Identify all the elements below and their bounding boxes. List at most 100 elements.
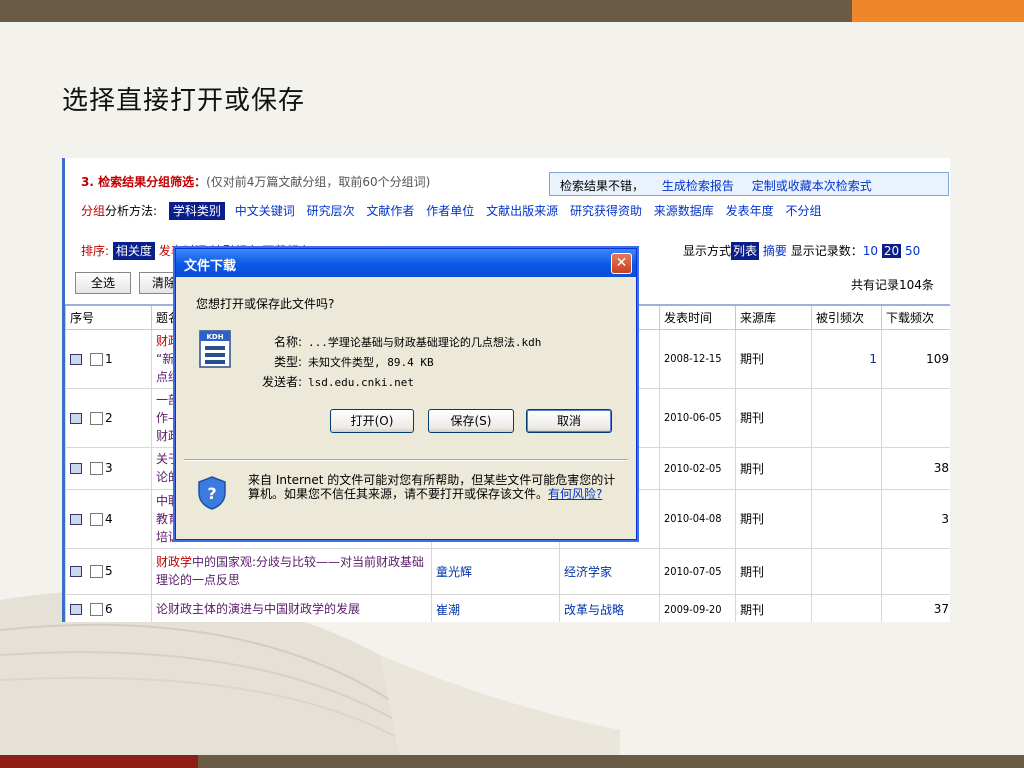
row-checkbox[interactable] [90, 411, 103, 425]
feedback-text: 检索结果不错， [560, 179, 645, 193]
sort-label: 排序: [81, 244, 110, 258]
row-index-cell: 6 [65, 593, 152, 622]
group-filter-note: (仅对前4万篇文献分组，取前60个分组词) [206, 175, 431, 189]
row-checkbox[interactable] [90, 352, 103, 366]
cancel-button[interactable]: 取消 [526, 409, 612, 433]
row-downloads [881, 387, 950, 448]
title-highlight: 财政学 [156, 555, 193, 569]
save-record-icon[interactable] [70, 566, 82, 577]
dialog-title: 文件下载 [184, 259, 237, 274]
grouping-label-red: 分组 [81, 204, 106, 218]
file-from-value: lsd.edu.cnki.net [308, 376, 414, 389]
file-name-row: 名称: ...学理论基础与财政基础理论的几点想法.kdh [246, 333, 541, 350]
save-button[interactable]: 保存(S) [428, 409, 514, 433]
save-record-icon[interactable] [70, 513, 82, 525]
row-source[interactable]: 经济学家 [559, 547, 660, 595]
row-checkbox[interactable] [90, 512, 103, 526]
grouping-selected[interactable]: 学科类别 [168, 202, 225, 220]
table-row: 6 论财政主体的演进与中国财政学的发展 崔潮 改革与战略 2009-09-20 … [65, 593, 950, 622]
file-from-label: 发送者: [261, 375, 302, 389]
row-date: 2010-02-05 [659, 446, 736, 490]
record-count-10[interactable]: 10 [863, 244, 878, 258]
close-icon[interactable]: ✕ [611, 253, 632, 274]
row-downloads: 3 [881, 488, 950, 549]
row-number: 5 [105, 564, 113, 578]
record-count-20[interactable]: 20 [881, 244, 902, 258]
row-cited[interactable] [811, 593, 882, 622]
row-title[interactable]: 财政学中的国家观:分歧与比较——对当前财政基础理论的一点反思 [151, 547, 432, 595]
risk-link[interactable]: 有何风险? [548, 487, 602, 501]
file-type-value: 未知文件类型, 89.4 KB [308, 356, 434, 369]
row-index-cell: 1 [65, 328, 152, 389]
row-author[interactable]: 崔潮 [431, 593, 560, 622]
row-db: 期刊 [735, 446, 812, 490]
save-record-icon[interactable] [70, 353, 82, 365]
group-filter-heading: 3. 检索结果分组筛选：(仅对前4万篇文献分组，取前60个分组词) [81, 173, 430, 190]
save-record-icon[interactable] [70, 412, 82, 424]
kdh-file-icon: KDH [199, 330, 231, 368]
grouping-option[interactable]: 不分组 [785, 204, 821, 218]
row-downloads: 38 [881, 446, 950, 490]
col-date[interactable]: 发表时间 [659, 304, 736, 330]
grouping-option[interactable]: 来源数据库 [654, 204, 714, 218]
row-number: 4 [105, 511, 113, 526]
row-number: 3 [105, 461, 113, 475]
select-all-button[interactable]: 全选 [75, 272, 131, 294]
row-checkbox[interactable] [90, 565, 103, 578]
row-source[interactable]: 改革与战略 [559, 593, 660, 622]
grouping-option[interactable]: 文献作者 [366, 204, 414, 218]
file-icon-label: KDH [206, 333, 223, 341]
generate-report-link[interactable]: 生成检索报告 [662, 179, 734, 193]
row-index-cell: 4 [65, 488, 152, 549]
row-db: 期刊 [735, 488, 812, 549]
dialog-question: 您想打开或保存此文件吗? [196, 297, 335, 311]
row-cited[interactable] [811, 547, 882, 595]
save-query-link[interactable]: 定制或收藏本次检索式 [752, 179, 872, 193]
row-date: 2008-12-15 [659, 328, 736, 389]
col-downloads[interactable]: 下载频次 [881, 304, 950, 330]
grouping-option[interactable]: 研究层次 [307, 204, 355, 218]
row-title[interactable]: 论财政主体的演进与中国财政学的发展 [151, 593, 432, 622]
grouping-option[interactable]: 文献出版来源 [486, 204, 558, 218]
save-record-icon[interactable] [70, 463, 82, 474]
col-cited[interactable]: 被引频次 [811, 304, 882, 330]
row-index-cell: 3 [65, 446, 152, 490]
row-cited[interactable]: 1 [811, 328, 882, 389]
row-checkbox[interactable] [90, 603, 103, 616]
dialog-titlebar[interactable]: 文件下载 ✕ [176, 249, 636, 277]
display-options: 显示方式 列表 摘要 显示记录数：10 20 50 [683, 242, 920, 260]
row-cited[interactable] [811, 387, 882, 448]
row-cited[interactable] [811, 446, 882, 490]
grouping-option[interactable]: 发表年度 [726, 204, 774, 218]
col-db[interactable]: 来源库 [735, 304, 812, 330]
display-mode-label: 显示方式 [683, 244, 732, 258]
row-date: 2010-04-08 [659, 488, 736, 549]
row-author[interactable]: 童光辉 [431, 547, 560, 595]
row-checkbox[interactable] [90, 462, 103, 475]
open-button[interactable]: 打开(O) [330, 409, 414, 433]
display-mode-abstract[interactable]: 摘要 [763, 244, 787, 258]
grouping-label: 分析方法: [105, 204, 158, 218]
row-downloads: 109 [881, 328, 950, 389]
display-mode-list[interactable]: 列表 [731, 242, 760, 260]
svg-text:?: ? [207, 484, 216, 503]
row-db: 期刊 [735, 547, 812, 595]
sort-relevance[interactable]: 相关度 [112, 242, 155, 260]
grouping-option[interactable]: 作者单位 [426, 204, 474, 218]
record-count-50[interactable]: 50 [905, 244, 920, 258]
grouping-option[interactable]: 研究获得资助 [570, 204, 642, 218]
slide-title: 选择直接打开或保存 [62, 86, 306, 116]
row-cited[interactable] [811, 488, 882, 549]
group-filter-title: 3. 检索结果分组筛选： [81, 175, 207, 189]
row-number: 2 [105, 410, 113, 425]
col-index: 序号 [65, 304, 152, 330]
table-row: 5 财政学中的国家观:分歧与比较——对当前财政基础理论的一点反思 童光辉 经济学… [65, 547, 950, 595]
file-type-label: 类型: [273, 355, 302, 369]
row-number: 1 [105, 351, 113, 366]
grouping-options: 分组分析方法: 学科类别 中文关键词 研究层次 文献作者 作者单位 文献出版来源… [81, 202, 830, 220]
save-record-icon[interactable] [70, 604, 82, 615]
total-records: 共有记录104条 [851, 278, 934, 292]
feedback-box: 检索结果不错， 生成检索报告 定制或收藏本次检索式 [549, 172, 949, 196]
grouping-option[interactable]: 中文关键词 [235, 204, 295, 218]
dialog-separator [184, 459, 628, 461]
